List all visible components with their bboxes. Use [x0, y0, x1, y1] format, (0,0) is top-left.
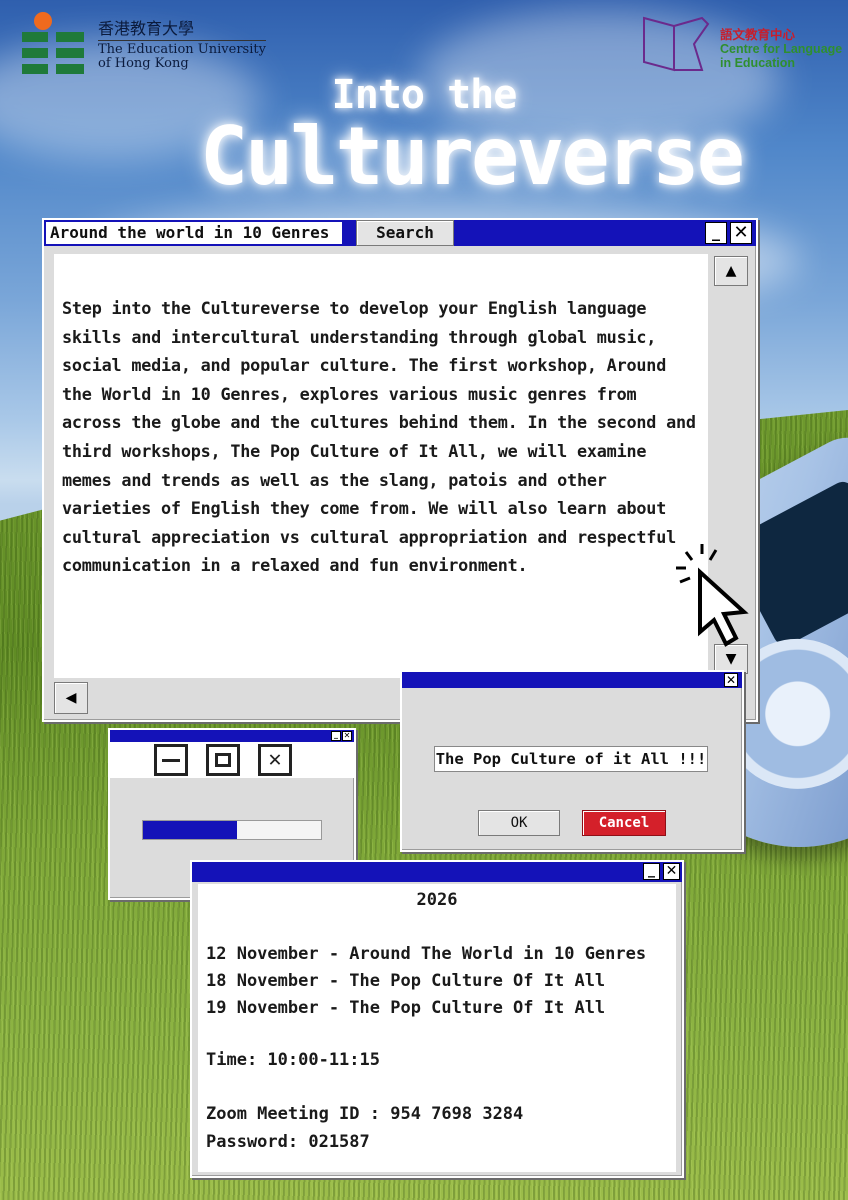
cle-name-en-1: Centre for Language — [720, 42, 843, 56]
cle-logo: 語文教育中心 Centre for Language in Education — [642, 14, 842, 72]
maximize-window-icon[interactable] — [206, 744, 240, 776]
dialog-input[interactable]: The Pop Culture of it All !!! — [434, 746, 708, 772]
close-icon[interactable]: ✕ — [663, 863, 680, 880]
close-icon[interactable]: ✕ — [342, 731, 352, 741]
main-window: Around the world in 10 Genres Search _ ✕… — [42, 218, 758, 722]
schedule-year: 2026 — [416, 890, 458, 910]
scroll-left-button[interactable]: ◀ — [54, 682, 88, 714]
close-icon[interactable]: ✕ — [730, 222, 752, 244]
eduhk-emblem-icon — [22, 12, 86, 76]
headline-cultureverse: Cultureverse — [200, 110, 745, 203]
eduhk-logo: 香港教育大學 The Education University of Hong … — [22, 12, 266, 76]
cancel-button[interactable]: Cancel — [582, 810, 666, 836]
eduhk-name-en-2: of Hong Kong — [98, 56, 189, 71]
zoom-meeting-id: Zoom Meeting ID : 954 7698 3284 — [206, 1104, 524, 1124]
cle-name-zh: 語文教育中心 — [720, 28, 796, 42]
main-window-titlebar: Around the world in 10 Genres Search _ ✕ — [44, 220, 756, 246]
dialog-window: ✕ The Pop Culture of it All !!! OK Cance… — [400, 670, 744, 852]
close-window-icon[interactable]: ✕ — [258, 744, 292, 776]
scroll-up-button[interactable]: ▲ — [714, 256, 748, 286]
minimize-icon[interactable]: _ — [643, 863, 660, 880]
progress-bar — [142, 820, 322, 840]
search-button[interactable]: Search — [356, 220, 454, 246]
minimize-icon[interactable]: _ — [331, 731, 341, 741]
eduhk-name-zh: 香港教育大學 — [98, 20, 266, 41]
book-icon — [643, 16, 710, 72]
pointer-cursor-icon — [676, 544, 749, 647]
eduhk-name-en-1: The Education University — [98, 42, 266, 57]
description-text: Step into the Cultureverse to develop yo… — [62, 298, 696, 576]
session-3: 19 November - The Pop Culture Of It All — [206, 998, 606, 1018]
progress-fill — [143, 821, 238, 839]
close-icon[interactable]: ✕ — [724, 673, 738, 687]
schedule-window: _ ✕ 2026 12 November - Around The World … — [190, 860, 684, 1178]
minimize-icon[interactable]: _ — [705, 222, 727, 244]
session-time: Time: 10:00-11:15 — [206, 1050, 380, 1070]
cle-name-en-2: in Education — [720, 56, 795, 70]
search-input[interactable]: Around the world in 10 Genres — [46, 222, 342, 244]
zoom-password: Password: 021587 — [206, 1132, 370, 1152]
session-1: 12 November - Around The World in 10 Gen… — [206, 944, 647, 964]
ok-button[interactable]: OK — [478, 810, 560, 836]
schedule-panel: 2026 12 November - Around The World in 1… — [198, 884, 676, 1172]
minimize-window-icon[interactable] — [154, 744, 188, 776]
session-2: 18 November - The Pop Culture Of It All — [206, 971, 606, 991]
description-panel: Step into the Cultureverse to develop yo… — [54, 254, 708, 678]
